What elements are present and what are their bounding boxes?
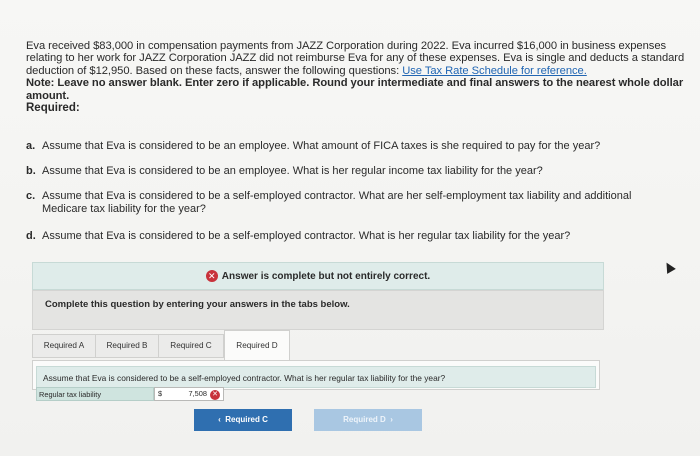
instruction-box: Complete this question by entering your …	[32, 290, 604, 330]
tab-required-a[interactable]: Required A	[32, 334, 96, 358]
question-c: c. Assume that Eva is considered to be a…	[26, 190, 666, 215]
question-text: Assume that Eva is considered to be an e…	[42, 140, 601, 152]
panel-question: Assume that Eva is considered to be a se…	[36, 366, 596, 388]
next-button-label: Required D	[343, 415, 386, 424]
required-heading: Required:	[26, 102, 80, 114]
currency-symbol: $	[158, 389, 163, 398]
question-text: Assume that Eva is considered to be an e…	[42, 165, 543, 177]
question-letter: c.	[26, 190, 36, 202]
question-text: Assume that Eva is considered to be a se…	[42, 190, 632, 215]
question-d: d. Assume that Eva is considered to be a…	[26, 230, 666, 243]
chevron-right-icon: ›	[385, 415, 393, 424]
intro-note: Note: Leave no answer blank. Enter zero …	[26, 77, 684, 102]
mouse-cursor-icon	[662, 260, 676, 274]
prev-required-c-button[interactable]: ‹ Required C	[194, 409, 292, 431]
prev-button-label: Required C	[225, 415, 268, 424]
answer-row: Regular tax liability $ 7,508 ✕	[36, 387, 226, 401]
question-text: Assume that Eva is considered to be a se…	[42, 230, 571, 242]
tab-required-d[interactable]: Required D	[224, 330, 290, 361]
question-letter: b.	[26, 165, 36, 177]
instruction-text: Complete this question by entering your …	[45, 299, 350, 310]
error-x-icon: ✕	[205, 270, 218, 282]
tab-required-b[interactable]: Required B	[95, 334, 159, 358]
question-a: a. Assume that Eva is considered to be a…	[26, 140, 666, 153]
question-b: b. Assume that Eva is considered to be a…	[26, 165, 666, 178]
problem-intro: Eva received $83,000 in compensation pay…	[26, 40, 686, 102]
answer-value: 7,508	[188, 389, 208, 398]
answer-status-text: Answer is complete but not entirely corr…	[221, 270, 431, 282]
incorrect-x-icon: ✕	[210, 390, 220, 400]
regular-tax-liability-input[interactable]: $ 7,508 ✕	[154, 387, 224, 401]
regular-tax-liability-label: Regular tax liability	[36, 387, 154, 401]
answer-status-banner: ✕ Answer is complete but not entirely co…	[32, 262, 604, 290]
required-tabs: Required A Required B Required C Require…	[32, 330, 602, 361]
question-letter: d.	[26, 230, 36, 242]
tab-required-c[interactable]: Required C	[158, 334, 224, 358]
tax-rate-schedule-link[interactable]: Use Tax Rate Schedule for reference.	[402, 65, 587, 77]
next-required-d-button[interactable]: Required D ›	[314, 409, 422, 431]
question-letter: a.	[26, 140, 36, 152]
page: Eva received $83,000 in compensation pay…	[0, 0, 700, 456]
